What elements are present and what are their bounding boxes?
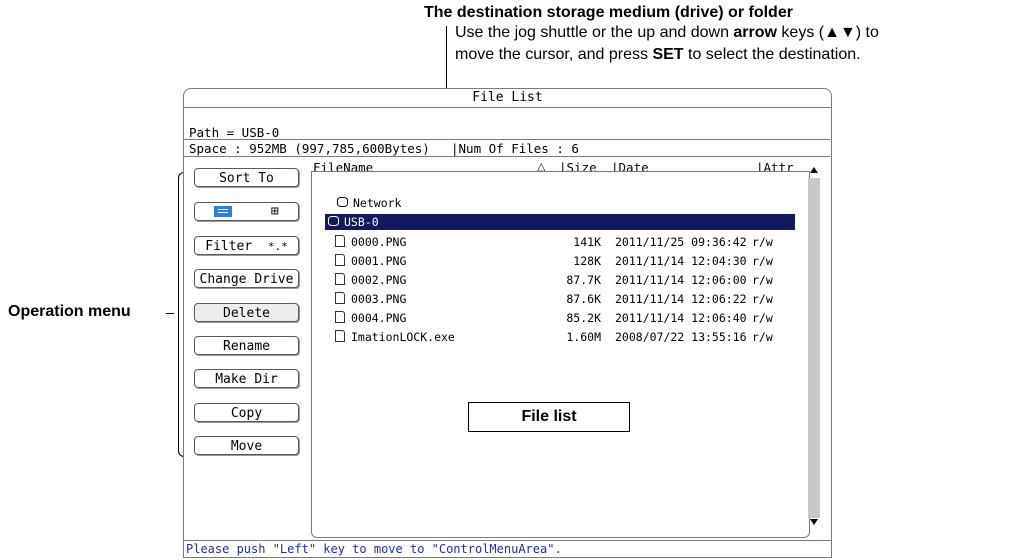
scroll-down-icon[interactable] — [810, 519, 818, 525]
drive-icon — [328, 216, 339, 226]
info-divider-1 — [184, 139, 830, 140]
destination-callout-line2: move the cursor, and press SET to select… — [455, 46, 861, 63]
file-icon — [335, 311, 345, 323]
rename-button[interactable]: Rename — [194, 336, 299, 355]
view-toggle-button[interactable]: ⊞ — [194, 202, 299, 221]
operation-menu-label: Operation menu — [8, 303, 131, 320]
sort-to-button[interactable]: Sort To — [194, 168, 299, 187]
table-row[interactable]: 0002.PNG 87.7K 2011/11/14 12:06:00 r/w — [325, 272, 795, 288]
table-row[interactable]: ImationLOCK.exe 1.60M 2008/07/22 13:55:1… — [325, 329, 795, 345]
scroll-up-icon[interactable] — [810, 167, 818, 173]
list-view-icon[interactable] — [214, 206, 233, 217]
num-files-label: |Num Of Files : 6 — [451, 141, 579, 156]
info-divider-2 — [184, 156, 830, 157]
status-bar: Please push "Left" key to move to "Contr… — [183, 540, 831, 556]
file-list-callout: File list — [468, 402, 630, 432]
filter-button[interactable]: Filter *.* — [194, 236, 299, 255]
move-button[interactable]: Move — [194, 436, 299, 455]
space-label: Space : 952MB (997,785,600Bytes) — [189, 141, 430, 156]
table-row[interactable]: 0003.PNG 87.6K 2011/11/14 12:06:22 r/w — [325, 291, 795, 307]
file-icon — [335, 235, 345, 247]
file-icon — [335, 330, 345, 342]
table-row[interactable]: 0001.PNG 128K 2011/11/14 12:04:30 r/w — [325, 253, 795, 269]
file-icon — [335, 292, 345, 304]
destination-callout-title: The destination storage medium (drive) o… — [424, 4, 793, 21]
change-drive-button[interactable]: Change Drive — [194, 269, 299, 288]
path-label: Path = USB-0 — [189, 125, 280, 140]
scrollbar[interactable] — [808, 178, 820, 518]
table-row[interactable]: 0000.PNG 141K 2011/11/25 09:36:42 r/w — [325, 234, 795, 250]
list-item[interactable]: Network — [325, 195, 795, 211]
table-row[interactable]: 0004.PNG 85.2K 2011/11/14 12:06:40 r/w — [325, 310, 795, 326]
file-icon — [335, 254, 345, 266]
window-title: File List — [184, 89, 831, 108]
operation-menu-leader — [166, 313, 174, 314]
drive-icon — [337, 197, 348, 207]
file-icon — [335, 273, 345, 285]
copy-button[interactable]: Copy — [194, 403, 299, 422]
destination-callout-line1: Use the jog shuttle or the up and down a… — [455, 24, 879, 41]
list-item-selected[interactable]: USB-0 — [325, 214, 795, 230]
delete-button[interactable]: Delete — [194, 303, 299, 322]
grid-view-icon[interactable]: ⊞ — [271, 203, 279, 220]
make-dir-button[interactable]: Make Dir — [194, 369, 299, 388]
